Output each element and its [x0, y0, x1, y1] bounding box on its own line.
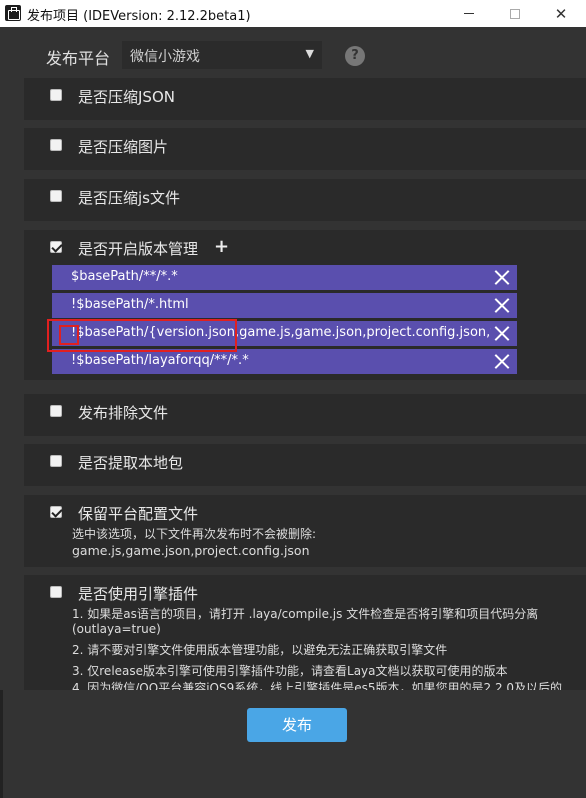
- compress-json-label: 是否压缩JSON: [78, 88, 175, 106]
- platform-selected-value: 微信小游戏: [130, 49, 200, 65]
- engine-plugin-note: 1. 如果是as语言的项目，请打开 .laya/compile.js 文件检查是…: [72, 607, 539, 621]
- keep-platform-config-label: 保留平台配置文件: [78, 505, 199, 523]
- close-icon[interactable]: [492, 351, 512, 371]
- minimize-icon: [464, 13, 474, 14]
- compress-images-checkbox[interactable]: [50, 139, 62, 151]
- minimize-button[interactable]: [446, 0, 492, 27]
- help-icon[interactable]: ?: [345, 46, 365, 66]
- platform-dropdown[interactable]: 微信小游戏 ▼: [122, 41, 322, 69]
- exclude-files-checkbox[interactable]: [50, 405, 62, 417]
- extract-local-checkbox[interactable]: [50, 455, 62, 467]
- option-compress-images: 是否压缩图片: [24, 128, 586, 170]
- compress-js-checkbox[interactable]: [50, 190, 62, 202]
- publish-button[interactable]: 发布: [247, 708, 347, 742]
- option-compress-js: 是否压缩js文件: [24, 179, 586, 221]
- option-engine-plugin: 是否使用引擎插件 1. 如果是as语言的项目，请打开 .laya/compile…: [24, 575, 586, 690]
- version-rule-text: !$basePath/layaforqq/**/*.*: [71, 353, 249, 368]
- platform-label: 发布平台: [46, 49, 111, 68]
- engine-plugin-note: (outlaya=true): [72, 622, 161, 636]
- close-icon[interactable]: [492, 267, 512, 287]
- add-rule-button[interactable]: +: [214, 236, 229, 257]
- engine-plugin-note: 2. 请不要对引擎文件使用版本管理功能，以避免无法正确获取引擎文件: [72, 643, 448, 657]
- extract-local-label: 是否提取本地包: [78, 454, 184, 472]
- option-keep-platform-config: 保留平台配置文件 选中该选项，以下文件再次发布时不会被删除: game.js,g…: [24, 495, 586, 567]
- version-rule-text: $basePath/**/*.*: [71, 269, 178, 284]
- version-rule-row[interactable]: !$basePath/layaforqq/**/*.*: [52, 349, 517, 374]
- version-rule-row[interactable]: $basePath/**/*.*: [52, 265, 517, 290]
- highlight-inner-box: [59, 325, 79, 345]
- keep-config-description: 选中该选项，以下文件再次发布时不会被删除:: [72, 527, 317, 541]
- chevron-down-icon: ▼: [305, 47, 314, 60]
- exclude-files-label: 发布排除文件: [78, 404, 169, 422]
- compress-json-checkbox[interactable]: [50, 89, 62, 101]
- option-version-management: 是否开启版本管理 + $basePath/**/*.* !$basePath/*…: [24, 230, 586, 380]
- close-icon[interactable]: [492, 323, 512, 343]
- engine-plugin-note: 4. 因为微信/QQ平台兼容iOS9系统，线上引擎插件是es5版本，如果您用的是…: [72, 681, 563, 690]
- version-management-checkbox[interactable]: [50, 241, 62, 253]
- option-extract-local: 是否提取本地包: [24, 444, 586, 486]
- engine-plugin-note: 3. 仅release版本引擎可使用引擎插件功能，请查看Laya文档以获取可使用…: [72, 664, 508, 678]
- maximize-icon: [510, 8, 520, 19]
- keep-platform-config-checkbox[interactable]: [50, 506, 62, 518]
- window-title: 发布项目 (IDEVersion: 2.12.2beta1): [27, 9, 251, 24]
- option-exclude-files: 发布排除文件: [24, 394, 586, 436]
- keep-config-files: game.js,game.json,project.config.json: [72, 543, 310, 558]
- close-button[interactable]: ✕: [538, 0, 584, 27]
- engine-plugin-checkbox[interactable]: [50, 586, 62, 598]
- close-icon[interactable]: [492, 295, 512, 315]
- maximize-button[interactable]: [492, 0, 538, 27]
- left-edge-strip: [0, 690, 3, 798]
- compress-js-label: 是否压缩js文件: [78, 189, 180, 207]
- version-rule-row[interactable]: !$basePath/*.html: [52, 293, 517, 318]
- compress-images-label: 是否压缩图片: [78, 138, 169, 156]
- title-bar: 发布项目 (IDEVersion: 2.12.2beta1) ✕: [0, 0, 586, 27]
- version-rule-text: !$basePath/*.html: [71, 297, 189, 312]
- option-compress-json: 是否压缩JSON: [24, 78, 586, 120]
- options-panel[interactable]: 是否压缩JSON 是否压缩图片 是否压缩js文件 是否开启版本管理 + $bas…: [22, 78, 586, 690]
- engine-plugin-label: 是否使用引擎插件: [78, 585, 199, 603]
- app-icon: [5, 5, 21, 21]
- version-management-label: 是否开启版本管理: [78, 240, 199, 258]
